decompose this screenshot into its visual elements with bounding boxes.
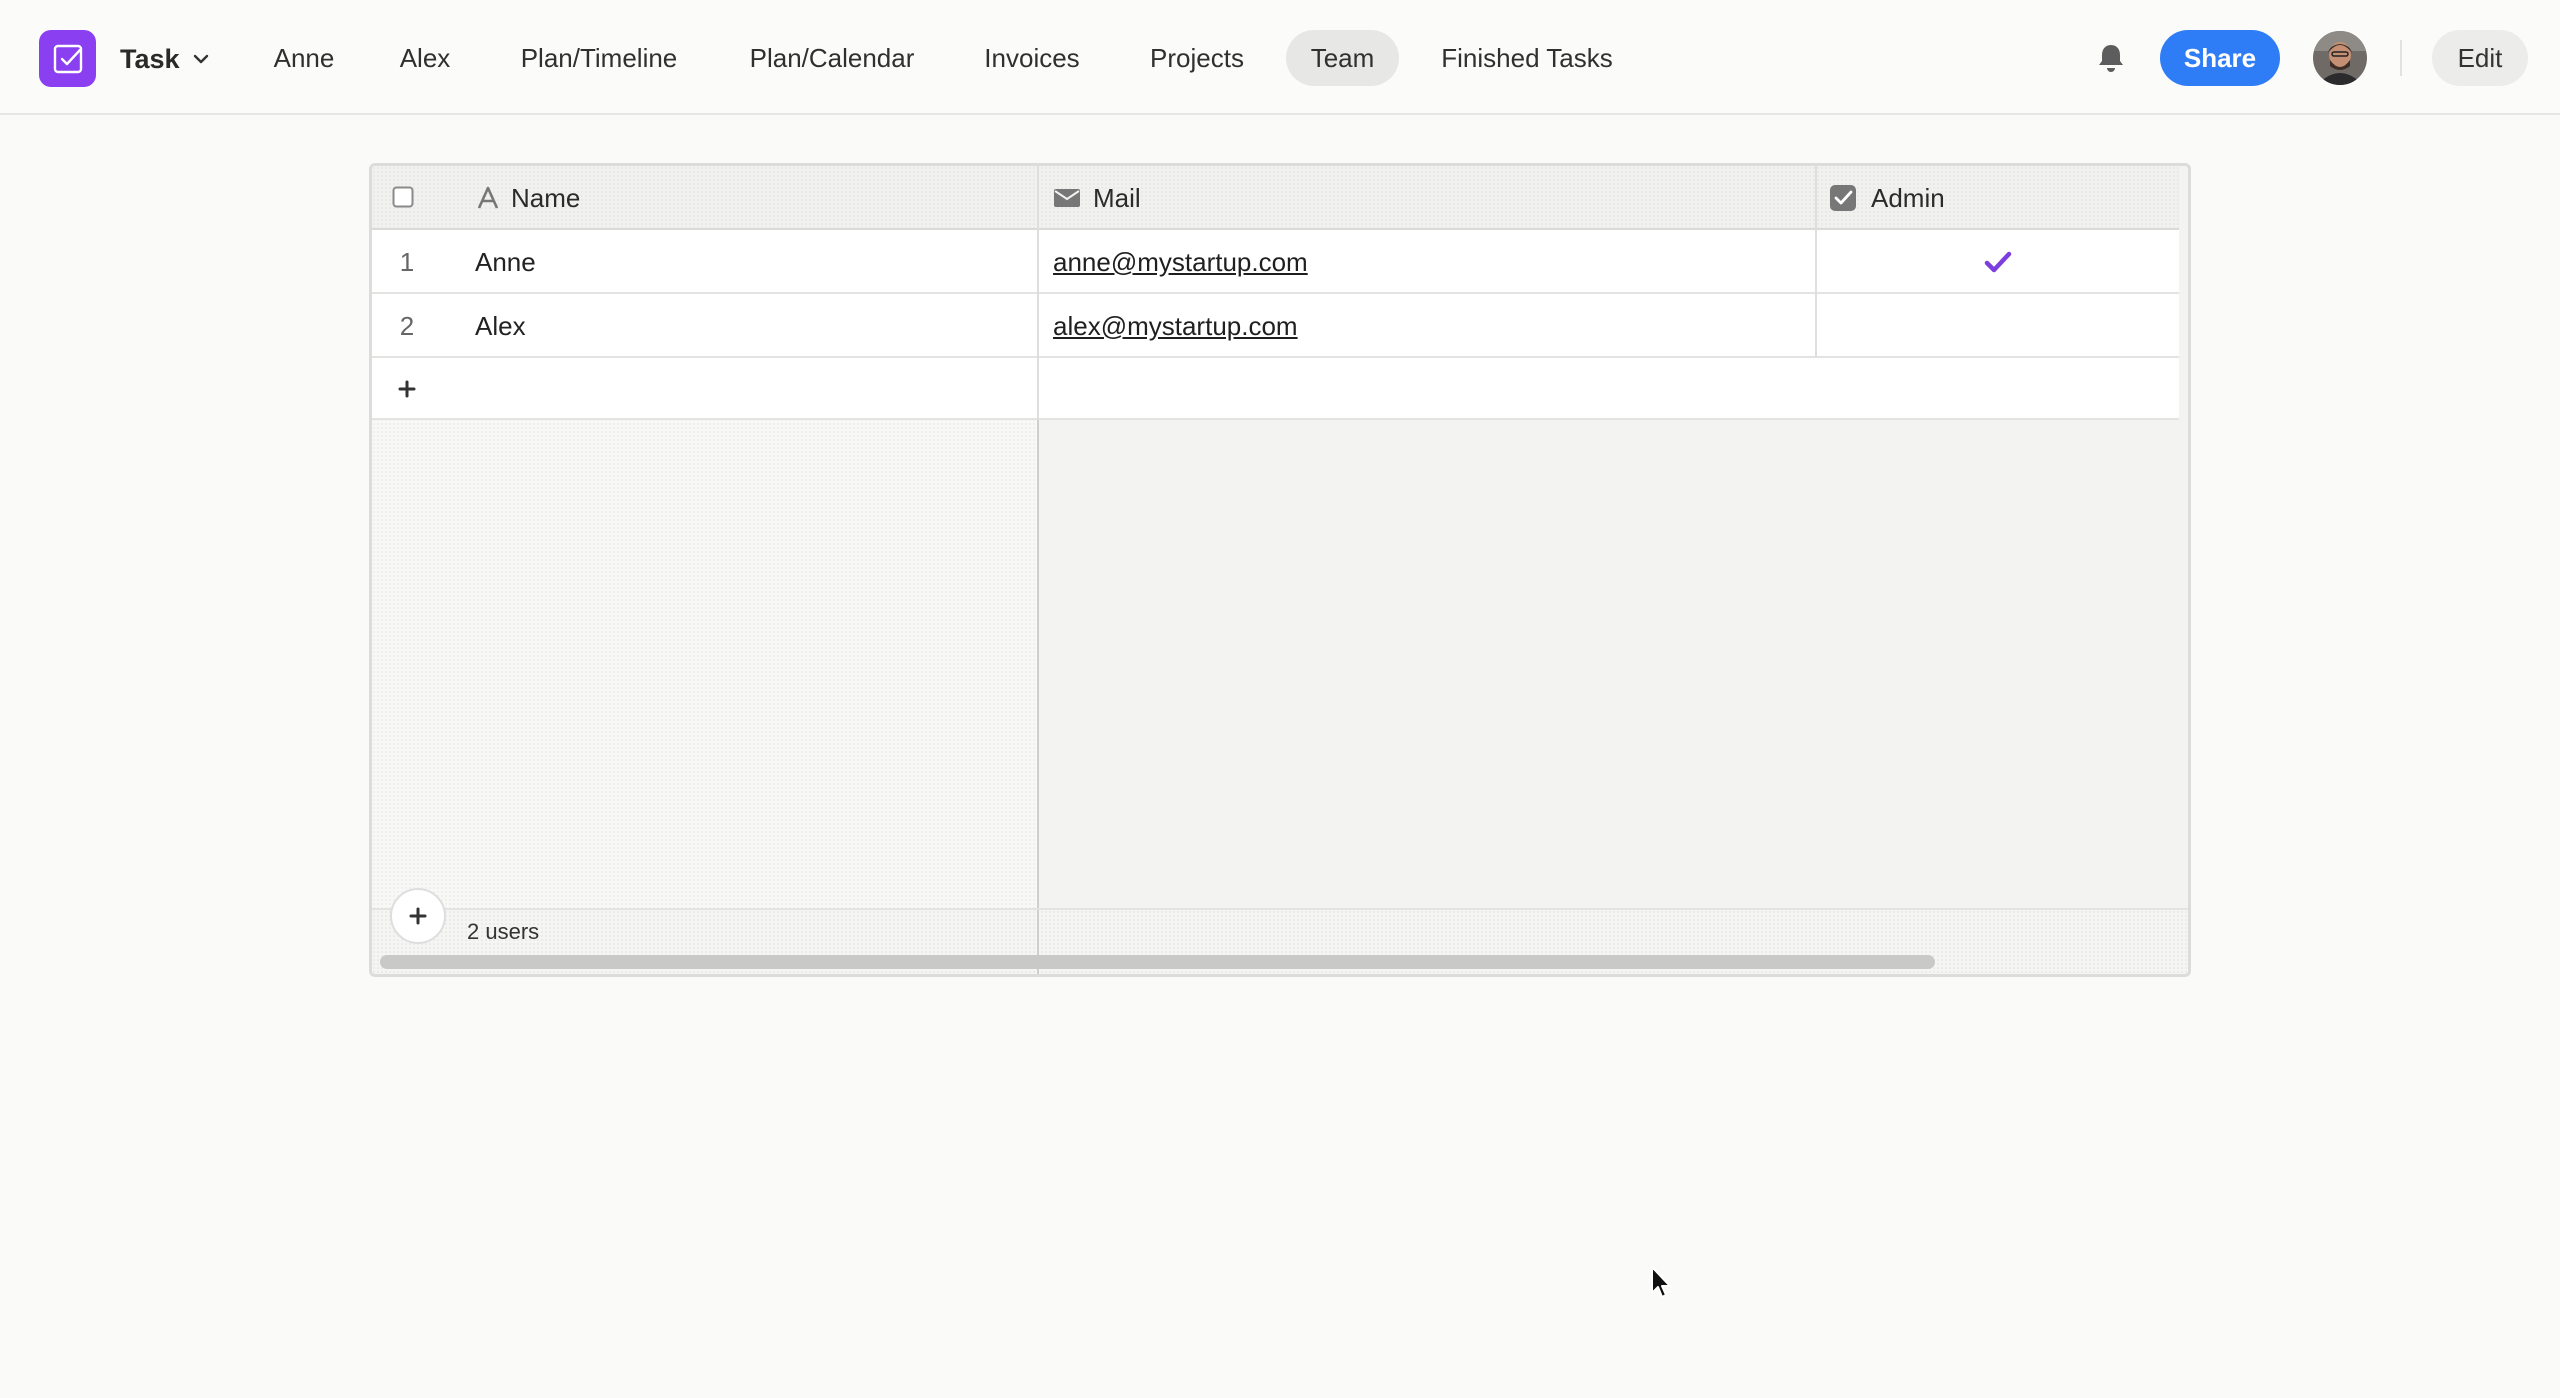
tab-anne[interactable]: Anne — [258, 30, 350, 86]
tab-finished-tasks[interactable]: Finished Tasks — [1424, 30, 1630, 86]
tab-label: Invoices — [984, 42, 1080, 73]
column-divider — [1815, 166, 1817, 230]
tab-team[interactable]: Team — [1286, 30, 1399, 86]
mail-link[interactable]: alex@mystartup.com — [1053, 294, 1298, 358]
tab-label: Plan/Timeline — [520, 42, 678, 73]
column-header-label: Name — [511, 182, 581, 213]
column-divider — [1037, 166, 1039, 230]
checkbox-icon — [53, 44, 82, 73]
plus-icon — [372, 358, 442, 420]
tab-plan-calendar[interactable]: Plan/Calendar — [733, 30, 931, 86]
name-cell[interactable]: Anne — [475, 230, 536, 294]
column-header-label: Admin — [1871, 182, 1945, 213]
chevron-down-icon — [193, 54, 208, 64]
column-divider — [1037, 358, 1039, 420]
checkmark-icon — [1984, 251, 2012, 273]
add-record-button[interactable] — [390, 888, 446, 944]
text-type-icon — [477, 186, 499, 209]
row-number: 1 — [399, 246, 415, 277]
team-table: Name Mail Admin 1 Anne anne@mystartup.co… — [369, 163, 2191, 977]
column-header-name[interactable]: Name — [475, 166, 580, 230]
mouse-cursor-icon — [1651, 1266, 1671, 1298]
tab-projects[interactable]: Projects — [1133, 30, 1261, 86]
column-header-mail[interactable]: Mail — [1053, 166, 1141, 230]
column-divider — [1037, 230, 1039, 294]
top-navigation-bar: Task Anne Alex Plan/Timeline Plan/Calend… — [0, 0, 2560, 115]
column-header-label: Mail — [1093, 182, 1141, 213]
record-count: 2 users — [467, 919, 540, 944]
app-logo[interactable] — [39, 30, 96, 87]
app-name-label: Task — [120, 43, 180, 74]
column-header-admin[interactable]: Admin — [1829, 166, 1945, 230]
tab-plan-timeline[interactable]: Plan/Timeline — [500, 30, 698, 86]
user-photo — [2313, 31, 2367, 85]
toolbar-divider — [2400, 40, 2402, 76]
bell-icon[interactable] — [2093, 40, 2129, 76]
tab-alex[interactable]: Alex — [385, 30, 465, 86]
tab-label: Finished Tasks — [1441, 42, 1613, 73]
tab-label: Anne — [273, 42, 335, 73]
column-divider — [1037, 294, 1039, 358]
add-row-button[interactable] — [372, 358, 2179, 420]
tab-label: Alex — [399, 42, 451, 73]
admin-cell[interactable] — [1817, 294, 2179, 358]
tab-label: Projects — [1150, 42, 1244, 73]
tab-invoices[interactable]: Invoices — [966, 30, 1098, 86]
mail-icon — [1054, 189, 1080, 207]
select-all-checkbox[interactable] — [392, 186, 414, 208]
tab-label: Plan/Calendar — [749, 42, 915, 73]
edit-button[interactable]: Edit — [2432, 30, 2528, 86]
checkbox-empty-icon — [392, 186, 414, 208]
table-row[interactable]: 2 Alex alex@mystartup.com — [372, 294, 2179, 358]
row-number: 2 — [399, 310, 415, 341]
app-switcher[interactable]: Task — [120, 40, 210, 78]
name-cell[interactable]: Alex — [475, 294, 526, 358]
checkbox-icon — [1830, 185, 1856, 211]
table-header: Name Mail Admin — [372, 166, 2179, 230]
admin-cell[interactable] — [1817, 230, 2179, 294]
plus-icon — [409, 907, 427, 925]
tab-label: Team — [1310, 42, 1375, 73]
share-button[interactable]: Share — [2160, 30, 2280, 86]
mail-link[interactable]: anne@mystartup.com — [1053, 230, 1308, 294]
table-row[interactable]: 1 Anne anne@mystartup.com — [372, 230, 2179, 294]
horizontal-scrollbar[interactable] — [380, 955, 1935, 969]
avatar[interactable] — [2313, 31, 2367, 85]
